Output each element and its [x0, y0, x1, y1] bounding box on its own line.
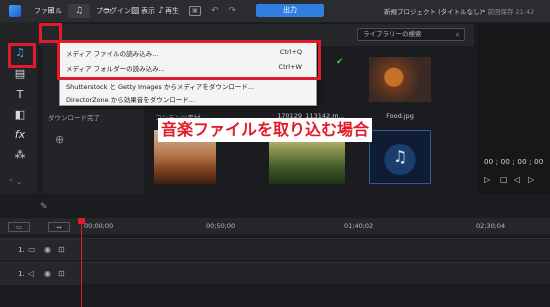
track-number: 1.	[18, 246, 25, 254]
pen-icon[interactable]: ✎	[40, 202, 48, 212]
app-logo	[9, 5, 21, 17]
visibility-icon[interactable]: ◉	[44, 245, 51, 254]
media-label-food: Food.jpg	[386, 112, 414, 120]
timeline-toolbar	[0, 198, 550, 216]
audio-filter-icon[interactable]: ♪	[150, 4, 172, 18]
timeline-track-audio[interactable]: 1. ◁ ◉ ⊡	[0, 262, 550, 285]
redo-icon[interactable]: ↷	[229, 6, 237, 16]
stop-icon[interactable]: □	[500, 175, 508, 184]
menu-download-stock-media[interactable]: Shutterstock と Getty Images からメディアをダウンロー…	[66, 81, 254, 91]
lock-icon[interactable]: ⊡	[58, 269, 65, 278]
ruler-time-2: 01;40;02	[344, 222, 374, 230]
tree-item-downloaded[interactable]: ダウンロード完了	[48, 112, 100, 122]
music-filter-icon[interactable]: ♫	[68, 4, 90, 18]
track-header: 1. ▭ ◉ ⊡	[0, 239, 80, 261]
track-manager-icon[interactable]: ▭	[8, 222, 30, 232]
title-room-icon[interactable]: ▤	[12, 67, 28, 81]
saved-time: 前回保存 21:42	[487, 8, 535, 16]
text-icon[interactable]: T	[12, 88, 28, 102]
media-thumb-music[interactable]: ♫	[369, 130, 431, 184]
import-media-icon[interactable]: ⊞	[43, 4, 59, 18]
rail-scroll-icon[interactable]: ⌃ ⌄	[8, 178, 22, 186]
ruler-time-0: 00;00;00	[84, 222, 114, 230]
video-track-icon: ▭	[28, 245, 36, 254]
playhead-handle[interactable]	[78, 218, 85, 224]
transition-icon[interactable]: ◧	[12, 108, 28, 122]
audio-track-icon: ◁	[28, 269, 35, 278]
check-icon: ✔	[336, 57, 344, 67]
search-placeholder: ライブラリーの検索	[363, 30, 422, 38]
visibility-icon[interactable]: ◉	[44, 269, 51, 278]
search-input[interactable]: ライブラリーの検索 ⌕	[357, 28, 465, 41]
preview-timecode: 00 ; 00 ; 00 ; 00	[484, 158, 544, 166]
track-number: 1.	[18, 270, 25, 278]
music-note-icon: ♫	[392, 147, 408, 166]
fx-icon[interactable]: fx	[12, 128, 28, 142]
image-filter-icon[interactable]: ▨	[124, 4, 146, 18]
menu-download-sound-effects[interactable]: DirectorZone から効果音をダウンロード...	[66, 94, 195, 104]
prev-frame-icon[interactable]: ◁	[514, 175, 520, 184]
project-name: 新規プロジェクト (タイトルなし)*	[384, 8, 486, 16]
media-thumb-food[interactable]	[369, 57, 431, 102]
particle-icon[interactable]: ⁂	[12, 148, 28, 162]
ruler-time-1: 00;50;00	[206, 222, 236, 230]
search-icon[interactable]: ⌕	[456, 29, 460, 40]
undo-icon[interactable]: ↶	[211, 6, 219, 16]
playhead[interactable]	[81, 218, 82, 307]
track-header: 1. ◁ ◉ ⊡	[0, 263, 80, 285]
highlight-menu-items	[57, 40, 321, 80]
project-title: 新規プロジェクト (タイトルなし)* 前回保存 21:42	[384, 6, 534, 16]
highlight-music-tab	[8, 43, 36, 68]
mode-switch-icon[interactable]: ▣	[189, 6, 201, 16]
next-frame-icon[interactable]: ▷	[528, 175, 534, 184]
video-filter-icon[interactable]: ▭	[96, 4, 118, 18]
preview-window	[478, 24, 550, 194]
timeline-track-video[interactable]: 1. ▭ ◉ ⊡	[0, 238, 550, 261]
add-tag-icon[interactable]: ⊕	[55, 133, 64, 146]
fit-timeline-icon[interactable]: ↔	[48, 222, 70, 232]
annotation-caption: 音楽ファイルを取り込む場合	[158, 118, 373, 142]
output-button[interactable]: 出力	[256, 4, 324, 17]
play-icon[interactable]: ▷	[484, 175, 490, 184]
ruler-time-3: 02;30;04	[476, 222, 506, 230]
lock-icon[interactable]: ⊡	[58, 245, 65, 254]
